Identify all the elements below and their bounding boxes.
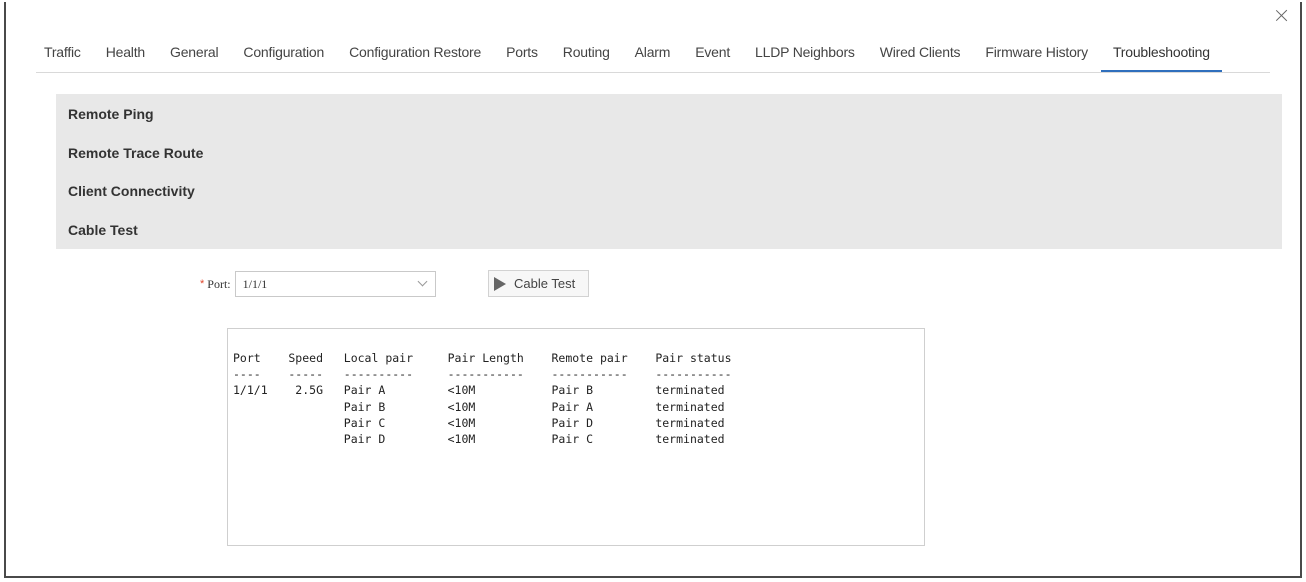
play-icon xyxy=(494,276,506,291)
cable-test-button[interactable]: Cable Test xyxy=(488,270,589,297)
cable-test-output: Port Speed Local pair Pair Length Remote… xyxy=(233,351,732,447)
tab-configuration[interactable]: Configuration xyxy=(243,38,324,70)
port-select[interactable]: 1/1/1 xyxy=(234,271,436,297)
tab-traffic[interactable]: Traffic xyxy=(44,38,81,70)
tab-event[interactable]: Event xyxy=(695,38,730,70)
tab-lldp-neighbors[interactable]: LLDP Neighbors xyxy=(755,38,855,70)
tab-configuration-restore[interactable]: Configuration Restore xyxy=(349,38,481,70)
menu-item-client-connectivity[interactable]: Client Connectivity xyxy=(68,183,195,199)
port-select-value: 1/1/1 xyxy=(242,277,268,291)
troubleshooting-menu: Remote Ping Remote Trace Route Client Co… xyxy=(56,94,1282,249)
cable-test-button-label: Cable Test xyxy=(514,276,576,291)
menu-item-remote-ping[interactable]: Remote Ping xyxy=(68,106,154,122)
tab-routing[interactable]: Routing xyxy=(563,38,610,70)
menu-item-cable-test[interactable]: Cable Test xyxy=(68,222,138,238)
port-label: Port: xyxy=(207,276,231,291)
menu-item-remote-trace-route[interactable]: Remote Trace Route xyxy=(68,145,203,161)
tab-bar: Traffic Health General Configuration Con… xyxy=(36,38,1270,73)
close-icon[interactable] xyxy=(1274,8,1290,24)
cable-test-result-box: Port Speed Local pair Pair Length Remote… xyxy=(227,328,925,546)
dialog: Traffic Health General Configuration Con… xyxy=(4,2,1302,578)
tab-ports[interactable]: Ports xyxy=(506,38,538,70)
port-field-row: * Port: 1/1/1 xyxy=(200,270,436,298)
tab-wired-clients[interactable]: Wired Clients xyxy=(880,38,961,70)
required-marker: * xyxy=(200,278,205,290)
tab-alarm[interactable]: Alarm xyxy=(635,38,671,70)
tab-troubleshooting[interactable]: Troubleshooting xyxy=(1100,38,1222,72)
chevron-down-icon xyxy=(417,276,428,287)
tab-health[interactable]: Health xyxy=(106,38,145,70)
tab-general[interactable]: General xyxy=(170,38,219,70)
tab-firmware-history[interactable]: Firmware History xyxy=(985,38,1088,70)
